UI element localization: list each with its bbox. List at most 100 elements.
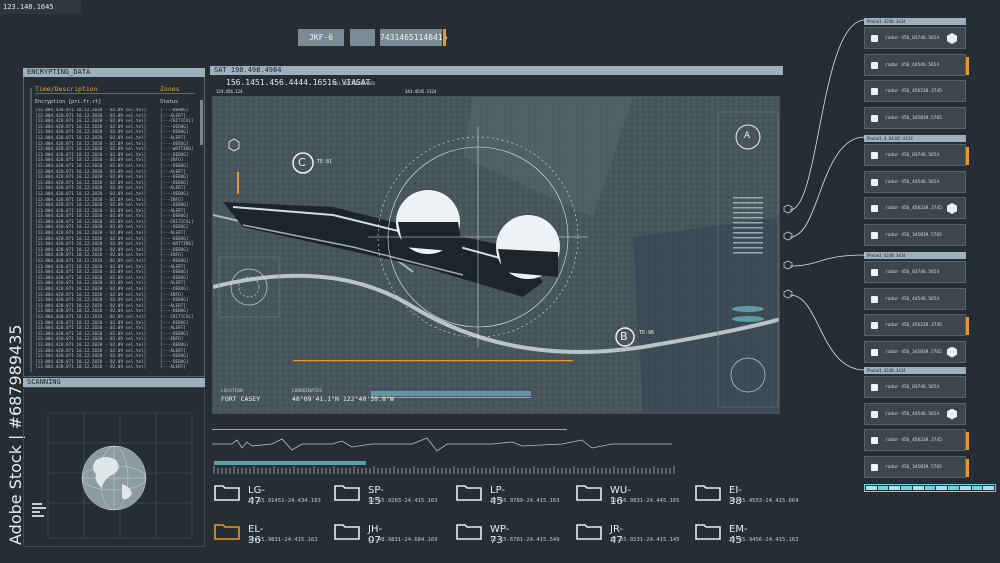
node-checkbox[interactable] xyxy=(871,178,878,186)
node-card[interactable]: radar 456_345839.5765 xyxy=(864,223,966,246)
folder-item[interactable]: WP-73 12.55.6781-24.415.549 xyxy=(456,523,560,546)
number-chip[interactable]: 74314651148415 xyxy=(380,29,447,46)
code-chip[interactable]: JKF-6 xyxy=(298,29,344,46)
progress-cell xyxy=(901,486,912,490)
log-row-entry: [13.004.420.071 18.12.2020 - 02.09 sel.t… xyxy=(35,259,147,265)
folder-item[interactable]: JR-47 12.65.9231-24.415.145 xyxy=(576,523,680,546)
log-row-entry: [13.004.420.071 18.12.2020 - 02.09 sel.t… xyxy=(35,197,147,203)
folder-item[interactable]: SP-15 12.65.9283-24.415.163 xyxy=(334,484,438,507)
node-card[interactable]: radar 456_83746.5654 xyxy=(864,27,966,49)
node-card[interactable]: radar 456_345839.5765 xyxy=(864,106,966,129)
folder-item[interactable]: LG-47 12.65.91451-24.434.163 xyxy=(214,484,321,507)
log-row-entry: [13.004.420.071 18.12.2020 - 02.09 sel.t… xyxy=(35,331,147,337)
node-card[interactable]: radar 456_44546.5654 xyxy=(864,287,966,310)
progress-cell xyxy=(866,486,877,490)
folder-coord: 12.65.9231-24.415.145 xyxy=(610,537,680,543)
coord-value: 48°09'41.1"N 122°40'39.8"W xyxy=(292,395,394,403)
log-row-entry: [13.004.420.071 18.12.2020 - 02.09 sel.t… xyxy=(35,354,147,360)
tick-ruler xyxy=(213,466,675,474)
node-label: radar 456_44546.5654 xyxy=(885,179,940,185)
log-row-entry: [13.004.420.071 18.12.2020 - 02.09 sel.t… xyxy=(35,359,147,365)
log-scrollbar-thumb[interactable] xyxy=(200,100,203,145)
hexagon-icon xyxy=(947,408,957,420)
node-label: radar 456_345839.5765 xyxy=(885,349,942,355)
node-accent-bar xyxy=(966,432,969,450)
node-checkbox[interactable] xyxy=(871,463,878,471)
log-row-entry: [13.004.420.071 18.12.2020 - 02.09 sel.t… xyxy=(35,337,147,343)
node-checkbox[interactable] xyxy=(871,114,878,122)
node-checkbox[interactable] xyxy=(871,322,878,329)
node-card[interactable]: radar 456_345839.5765 xyxy=(864,340,966,363)
node-group-title: Phone3_4_84345.8534 xyxy=(864,135,966,142)
log-row-entry: [13.004.420.071 18.12.2020 - 02.09 sel.t… xyxy=(35,135,147,141)
folder-item[interactable]: EI-38 12.65.4553-24.415.664 xyxy=(695,484,799,507)
marker-b[interactable]: B xyxy=(620,330,628,343)
node-card[interactable]: radar 456_44546.5654 xyxy=(864,402,966,425)
node-card[interactable]: radar 456_44546.5654 xyxy=(864,53,969,76)
node-card[interactable]: radar 456_345839.5765 xyxy=(864,455,969,478)
folder-item[interactable]: JH-07 12.48.9831-24.684.169 xyxy=(334,523,438,546)
node-checkbox[interactable] xyxy=(871,152,878,159)
node-checkbox[interactable] xyxy=(871,410,878,418)
node-card[interactable]: radar 456_83746.5654 xyxy=(864,376,966,398)
folder-icon xyxy=(456,485,482,501)
node-checkbox[interactable] xyxy=(871,88,878,95)
log-sub-left: Encryption [pri.fr.rt] xyxy=(35,99,102,105)
folder-icon xyxy=(334,485,360,501)
folder-item[interactable]: EM-45 12.65.9456-24.415.163 xyxy=(695,523,799,546)
folder-icon xyxy=(576,485,602,501)
node-card[interactable]: radar 456_44546.5654 xyxy=(864,170,966,193)
progress-cell xyxy=(948,486,959,490)
node-checkbox[interactable] xyxy=(871,348,878,356)
log-row-entry: [13.004.420.071 18.12.2020 - 02.09 sel.t… xyxy=(35,163,147,169)
node-group-title: Phone3_4248.3434 xyxy=(864,18,966,25)
node-checkbox[interactable] xyxy=(871,295,878,303)
log-scrollbar-track[interactable] xyxy=(30,88,32,372)
folder-item[interactable]: WU-16 12.66.9831-24.445.165 xyxy=(576,484,680,507)
log-sub-right: Status xyxy=(160,99,179,105)
node-checkbox[interactable] xyxy=(871,437,878,444)
node-checkbox[interactable] xyxy=(871,61,878,69)
node-checkbox[interactable] xyxy=(871,269,878,276)
progress-cell xyxy=(889,486,901,490)
node-accent-bar xyxy=(966,458,969,477)
log-row-entry: [13.004.420.071 18.12.2020 - 02.09 sel.t… xyxy=(35,191,147,197)
log-panel-title: ENCRYPTING_DATA xyxy=(23,68,205,77)
marker-a[interactable]: A xyxy=(744,131,750,141)
node-connectors xyxy=(783,19,866,371)
log-row-entry: [13.004.420.071 18.12.2020 - 02.09 sel.t… xyxy=(35,231,147,237)
blank-chip[interactable] xyxy=(350,29,375,46)
marker-c[interactable]: C xyxy=(298,156,306,169)
node-card[interactable]: radar 456_83746.5654 xyxy=(864,261,966,283)
node-accent-bar xyxy=(966,317,969,335)
node-checkbox[interactable] xyxy=(871,384,878,391)
hexagon-icon xyxy=(947,203,957,214)
satellite-map-graphic xyxy=(213,97,779,413)
folder-coord: 12.65.9456-24.415.163 xyxy=(729,537,799,543)
folder-coord: 12.48.9831-24.684.169 xyxy=(368,537,438,543)
node-checkbox[interactable] xyxy=(871,35,878,42)
node-accent-bar xyxy=(966,147,969,165)
node-card[interactable]: radar 456_456238.3745 xyxy=(864,197,966,219)
progress-cell xyxy=(971,486,983,490)
node-card[interactable]: radar 456_83746.5654 xyxy=(864,144,969,166)
node-card[interactable]: radar 456_456238.3745 xyxy=(864,80,966,102)
node-card[interactable]: radar 456_456238.3745 xyxy=(864,429,969,451)
node-label: radar 456_345839.5765 xyxy=(885,464,942,470)
progress-cell xyxy=(877,486,889,490)
node-checkbox[interactable] xyxy=(871,231,878,239)
log-row-entry: [13.004.420.071 18.12.2020 - 02.09 sel.t… xyxy=(35,108,147,113)
node-checkbox[interactable] xyxy=(871,205,878,212)
folder-coord: 12.55.6781-24.415.549 xyxy=(490,537,560,543)
log-row-entry: [13.004.420.071 18.12.2020 - 02.09 sel.t… xyxy=(35,113,147,119)
log-row-entry: [13.004.420.071 18.12.2020 - 02.09 sel.t… xyxy=(35,320,147,326)
log-row-entry: [13.004.420.071 18.12.2020 - 02.09 sel.t… xyxy=(35,298,147,304)
location-value: FORT CASEY xyxy=(221,395,261,403)
node-card[interactable]: radar 456_456238.3745 xyxy=(864,314,969,336)
log-row-entry: [13.004.420.071 18.12.2020 - 02.09 sel.t… xyxy=(35,208,147,214)
folder-coord: 12.65.4553-24.415.664 xyxy=(729,498,799,504)
node-label: radar 456_456238.3745 xyxy=(885,89,942,94)
satellite-map[interactable]: C TE-81 A B TE-96 LOCATION FORT CASEY CO… xyxy=(212,96,780,414)
folder-item[interactable]: LP-45 12.65.9789-24.415.163 xyxy=(456,484,560,507)
folder-item[interactable]: EL-36 12.65.9831-24.415.163 xyxy=(214,523,318,546)
